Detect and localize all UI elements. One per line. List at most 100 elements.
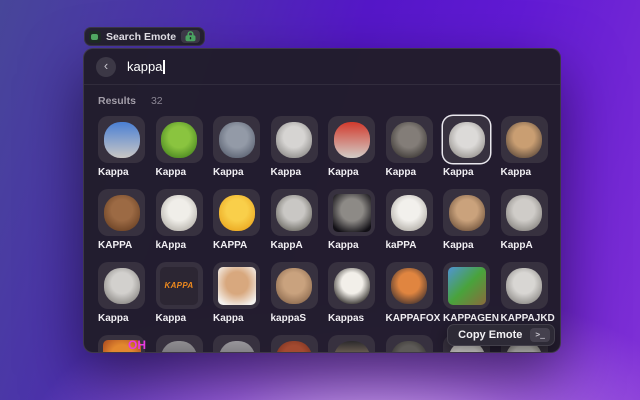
emote-tile	[328, 116, 375, 163]
emote-cell[interactable]: kAppa	[156, 189, 203, 251]
emote-label: Kappa	[156, 313, 203, 324]
fox-face-image	[391, 268, 427, 304]
emote-tile: OH	[98, 335, 145, 353]
emote-label: KAPPAJKD	[501, 313, 548, 324]
emote-label: Kappa	[328, 240, 375, 251]
emote-label: kaPPA	[386, 240, 433, 251]
emote-tile	[213, 262, 260, 309]
emote-tile	[328, 189, 375, 236]
extension-icon	[89, 31, 101, 43]
emote-label: KAPPA	[213, 240, 260, 251]
emote-cell[interactable]: Kappa	[98, 262, 145, 324]
emote-tile: KAPPA	[156, 262, 203, 309]
copy-emote-action[interactable]: Copy Emote >_	[447, 324, 555, 346]
white-bird-creature-image	[391, 195, 427, 231]
emote-tile	[271, 335, 318, 353]
penguin-image	[334, 268, 370, 304]
emote-cell[interactable]: kaPPA	[386, 189, 433, 251]
emote-cell[interactable]: Kappa	[328, 116, 375, 178]
emote-cell[interactable]: Kappa	[443, 189, 490, 251]
search-input[interactable]: kappa	[127, 59, 165, 74]
emote-label: KappA	[271, 240, 318, 251]
emote-cell[interactable]: Kappas	[328, 262, 375, 324]
emote-cell[interactable]: Kappa	[98, 116, 145, 178]
emote-label: Kappa	[271, 167, 318, 178]
emote-cell[interactable]: Kappa	[213, 262, 260, 324]
emote-tile	[156, 335, 203, 353]
emote-cell[interactable]: KAPPA	[213, 189, 260, 251]
desktop-background: Search Emote ‹ kappa Results 32	[0, 0, 640, 400]
kappa-classic-face-image	[449, 122, 485, 158]
search-query-text: kappa	[127, 59, 162, 74]
emote-label: Kappa	[98, 313, 145, 324]
extension-badge	[181, 30, 200, 43]
emote-cell[interactable]: Kappa	[213, 116, 260, 178]
emote-grid: Kappa Kappa Kappa Kappa Kappa Kappa	[98, 116, 546, 353]
emote-tile	[443, 262, 490, 309]
dark-wavy-hair-image	[391, 341, 427, 354]
emote-label: KAPPA	[98, 240, 145, 251]
emote-cell[interactable]: KAPPAGEN	[443, 262, 490, 324]
emote-cell[interactable]: Kappa	[156, 116, 203, 178]
command-title: Search Emote	[106, 31, 176, 43]
emote-cell[interactable]: Kappa	[386, 116, 433, 178]
emote-tile	[443, 116, 490, 163]
emote-cell[interactable]: KappA	[271, 189, 318, 251]
green-lock-icon	[184, 31, 197, 42]
emote-cell[interactable]: KAPPAFOX	[386, 262, 433, 324]
emote-cell[interactable]: KAPPAJKD	[501, 262, 548, 324]
results-label: Results	[98, 95, 136, 107]
emote-cell[interactable]: KAPPA	[98, 189, 145, 251]
launcher-pill[interactable]: Search Emote	[84, 27, 205, 46]
bald-man-face-image	[449, 195, 485, 231]
emote-tile	[501, 262, 548, 309]
back-button[interactable]: ‹	[96, 57, 116, 77]
smiling-kid-face-image	[218, 267, 256, 305]
kappa-gray-face-image	[104, 268, 140, 304]
text-caret	[163, 60, 165, 74]
emote-cell[interactable]: Kappa	[328, 189, 375, 251]
emote-cell[interactable]	[156, 335, 203, 353]
emote-label: Kappas	[328, 313, 375, 324]
emote-tile	[271, 116, 318, 163]
emote-tile	[386, 116, 433, 163]
kappa-classic-face-image	[276, 122, 312, 158]
results-count: 32	[151, 95, 163, 107]
emote-label: KAPPAGEN	[443, 313, 490, 324]
emote-label: kAppa	[156, 240, 203, 251]
emote-tile	[271, 262, 318, 309]
emote-cell[interactable]: Kappa	[501, 116, 548, 178]
mona-lisa-gray-image	[276, 195, 312, 231]
emote-cell[interactable]: OH	[98, 335, 145, 353]
emote-cell[interactable]: KappA	[501, 189, 548, 251]
emote-label: Kappa	[443, 167, 490, 178]
results-panel: Results 32 Kappa Kappa Kappa Kappa	[84, 85, 560, 353]
search-bar: ‹ kappa	[84, 49, 560, 85]
emote-cell[interactable]: kappaS	[271, 262, 318, 324]
copy-emote-label: Copy Emote	[458, 329, 522, 341]
emote-cell[interactable]	[271, 335, 318, 353]
emote-label: Kappa	[386, 167, 433, 178]
emote-label: Kappa	[443, 240, 490, 251]
kappa-santa-hat-image	[334, 122, 370, 158]
emote-overlay-text: OH	[128, 338, 146, 352]
emote-cell[interactable]: KAPPA Kappa	[156, 262, 203, 324]
kappa-collage-image	[448, 267, 486, 305]
kappa-black-bg-image	[333, 194, 371, 232]
emote-tile	[501, 116, 548, 163]
emote-tile	[213, 116, 260, 163]
emote-tile	[213, 189, 260, 236]
emote-tile	[271, 189, 318, 236]
auburn-hair-image	[276, 341, 312, 354]
green-kappa-creature-image	[161, 122, 197, 158]
emote-cell[interactable]	[213, 335, 260, 353]
emote-tile	[98, 116, 145, 163]
emote-cell[interactable]	[386, 335, 433, 353]
emote-label: Kappa	[328, 167, 375, 178]
emote-cell[interactable]: Kappa	[443, 116, 490, 178]
confused-emoji-image	[219, 195, 255, 231]
emote-tile	[156, 189, 203, 236]
emote-cell[interactable]: Kappa	[271, 116, 318, 178]
emote-cell[interactable]	[328, 335, 375, 353]
kappa-wood-bust-image	[104, 195, 140, 231]
